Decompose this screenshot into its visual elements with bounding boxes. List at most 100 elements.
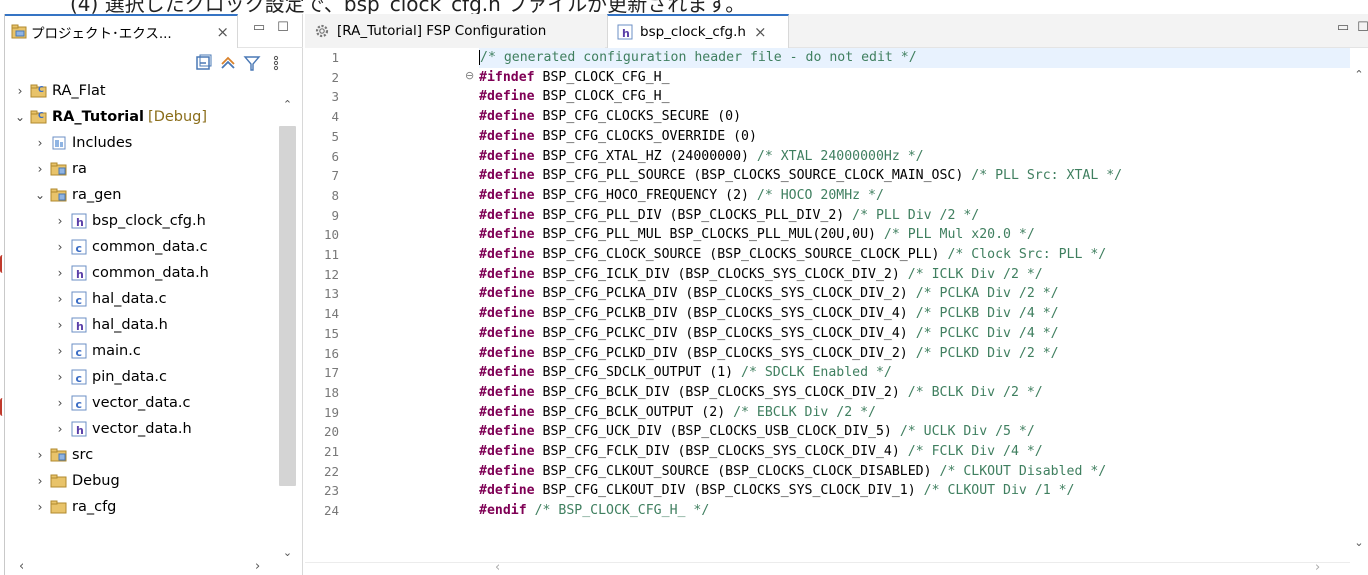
tree-item[interactable]: › C RA_Flat	[13, 78, 106, 104]
link-with-editor-icon[interactable]	[219, 54, 237, 72]
scroll-right-icon[interactable]: ›	[1315, 560, 1320, 575]
tree-item[interactable]: › h vector_data.h	[53, 416, 192, 442]
code-line[interactable]: #define BSP_CFG_CLOCKS_SECURE (0)	[479, 107, 1364, 127]
tree-item[interactable]: › c vector_data.c	[53, 390, 191, 416]
code-line[interactable]: #define BSP_CFG_CLOCKS_OVERRIDE (0)	[479, 127, 1364, 147]
tab-project-explorer[interactable]: プロジェクト･エクス... ×	[5, 14, 238, 48]
chevron-right-icon[interactable]: ›	[53, 344, 67, 358]
tree-item[interactable]: › c main.c	[53, 338, 141, 364]
tab-fsp-configuration[interactable]: [RA_Tutorial] FSP Configuration	[305, 14, 605, 48]
fold-toggle-icon[interactable]: ⊖	[465, 69, 479, 82]
scroll-up-icon[interactable]: ⌃	[279, 98, 296, 111]
code-line[interactable]: #define BSP_CFG_PCLKD_DIV (BSP_CLOCKS_SY…	[479, 344, 1364, 364]
tree-item[interactable]: › ra_cfg	[33, 494, 117, 520]
scroll-up-icon[interactable]: ⌃	[1352, 68, 1366, 81]
code-line[interactable]: #define BSP_CFG_PCLKB_DIV (BSP_CLOCKS_SY…	[479, 304, 1364, 324]
view-menu-icon[interactable]	[267, 54, 285, 72]
tree-item[interactable]: › h bsp_clock_cfg.h	[53, 208, 206, 234]
chevron-down-icon[interactable]: ⌄	[13, 110, 27, 124]
chevron-right-icon[interactable]: ›	[53, 214, 67, 228]
tree-item[interactable]: › Debug	[33, 468, 120, 494]
code-line[interactable]: #define BSP_CFG_PLL_DIV (BSP_CLOCKS_PLL_…	[479, 206, 1364, 226]
chevron-right-icon[interactable]: ›	[33, 162, 47, 176]
chevron-right-icon[interactable]: ›	[33, 500, 47, 514]
scroll-down-icon[interactable]: ⌄	[279, 546, 296, 559]
code-line[interactable]: #define BSP_CFG_PCLKA_DIV (BSP_CLOCKS_SY…	[479, 284, 1364, 304]
close-icon[interactable]: ×	[216, 23, 229, 41]
chevron-right-icon[interactable]: ›	[53, 422, 67, 436]
tree-item[interactable]: › c common_data.c	[53, 234, 208, 260]
line-number: 8	[331, 187, 339, 203]
tree-item[interactable]: › c pin_data.c	[53, 364, 167, 390]
scrollbar-thumb[interactable]	[279, 126, 296, 486]
chevron-right-icon[interactable]: ›	[53, 318, 67, 332]
chevron-right-icon[interactable]: ›	[53, 370, 67, 384]
code-editor[interactable]: 1 2 3 4 5 6 7 8 9 10 11 12 13 14 15 16 17 18 19 20 21 22 23 24 …	[305, 48, 1364, 556]
code-line[interactable]: #define BSP_CFG_ICLK_DIV (BSP_CLOCKS_SYS…	[479, 265, 1364, 285]
editor-vertical-scrollbar[interactable]: ⌃ ⌄	[1350, 48, 1368, 562]
scroll-left-icon[interactable]: ‹	[19, 559, 24, 574]
tree-item[interactable]: › src	[33, 442, 94, 468]
tab-bsp-clock-cfg[interactable]: h bsp_clock_cfg.h ×	[607, 14, 789, 48]
scroll-down-icon[interactable]: ⌄	[1352, 536, 1366, 549]
tree-item[interactable]: ⌄ C RA_Tutorial [Debug]	[13, 104, 207, 130]
code-line[interactable]: #ifndef BSP_CLOCK_CFG_H_	[479, 68, 1364, 88]
line-number: 12	[323, 266, 339, 282]
code-line[interactable]: #define BSP_CFG_PLL_SOURCE (BSP_CLOCKS_S…	[479, 166, 1364, 186]
chevron-right-icon[interactable]: ›	[53, 396, 67, 410]
code-line[interactable]: #endif /* BSP_CLOCK_CFG_H_ */	[479, 501, 1364, 521]
tree-item-label: Includes	[72, 135, 133, 151]
maximize-icon[interactable]: ☐	[275, 20, 291, 36]
chevron-right-icon[interactable]: ›	[53, 266, 67, 280]
editor-horizontal-scrollbar[interactable]: ‹ ›	[305, 560, 1350, 575]
scroll-left-icon[interactable]: ‹	[495, 560, 500, 575]
scroll-right-icon[interactable]: ›	[255, 559, 260, 574]
code-token: BSP_CFG_PCLKC_DIV (BSP_CLOCKS_SYS_CLOCK_…	[534, 325, 916, 341]
editor-area: [RA_Tutorial] FSP Configuration h bsp_cl…	[305, 14, 1368, 575]
tree-item[interactable]: › ra	[33, 156, 87, 182]
preprocessor-keyword: #define	[479, 384, 535, 400]
code-line[interactable]: #define BSP_CLOCK_CFG_H_	[479, 87, 1364, 107]
code-line[interactable]: #define BSP_CFG_XTAL_HZ (24000000) /* XT…	[479, 147, 1364, 167]
tree-item[interactable]: › h hal_data.h	[53, 312, 168, 338]
tree-item-label: ra_cfg	[72, 499, 117, 515]
code-comment: /* ICLK Div /2 */	[907, 266, 1043, 282]
code-line[interactable]: #define BSP_CFG_PCLKC_DIV (BSP_CLOCKS_SY…	[479, 324, 1364, 344]
collapse-all-icon[interactable]	[195, 54, 213, 72]
chevron-right-icon[interactable]: ›	[33, 136, 47, 150]
chevron-right-icon[interactable]: ›	[13, 84, 27, 98]
svg-text:c: c	[76, 372, 83, 385]
project-tree-horizontal-scrollbar[interactable]: ‹ ›	[5, 559, 273, 575]
code-line[interactable]: #define BSP_CFG_BCLK_DIV (BSP_CLOCKS_SYS…	[479, 383, 1364, 403]
chevron-right-icon[interactable]: ›	[33, 474, 47, 488]
code-line[interactable]: /* generated configuration header file -…	[479, 48, 1364, 68]
code-line[interactable]: #define BSP_CFG_CLKOUT_DIV (BSP_CLOCKS_S…	[479, 481, 1364, 501]
chevron-right-icon[interactable]: ›	[33, 448, 47, 462]
minimize-icon[interactable]: ▭	[251, 20, 267, 36]
project-tree-vertical-scrollbar[interactable]: ⌃ ⌄	[273, 78, 302, 575]
tree-item[interactable]: › h common_data.h	[53, 260, 209, 286]
line-number: 14	[323, 306, 339, 322]
chevron-right-icon[interactable]: ›	[53, 292, 67, 306]
maximize-icon[interactable]: ☐	[1355, 20, 1368, 36]
code-line[interactable]: #define BSP_CFG_SDCLK_OUTPUT (1) /* SDCL…	[479, 363, 1364, 383]
code-line[interactable]: #define BSP_CFG_CLOCK_SOURCE (BSP_CLOCKS…	[479, 245, 1364, 265]
tree-item-label: vector_data.h	[92, 421, 192, 437]
tree-item[interactable]: › Includes	[33, 130, 133, 156]
code-line[interactable]: #define BSP_CFG_PLL_MUL BSP_CLOCKS_PLL_M…	[479, 225, 1364, 245]
c-file-icon: c	[70, 342, 88, 360]
preprocessor-keyword: #define	[479, 483, 535, 499]
minimize-icon[interactable]: ▭	[1335, 20, 1351, 36]
code-line[interactable]: #define BSP_CFG_FCLK_DIV (BSP_CLOCKS_SYS…	[479, 442, 1364, 462]
close-icon[interactable]: ×	[754, 23, 767, 41]
code-line[interactable]: #define BSP_CFG_CLKOUT_SOURCE (BSP_CLOCK…	[479, 462, 1364, 482]
code-line[interactable]: #define BSP_CFG_UCK_DIV (BSP_CLOCKS_USB_…	[479, 422, 1364, 442]
filter-icon[interactable]	[243, 54, 261, 72]
chevron-right-icon[interactable]: ›	[53, 240, 67, 254]
chevron-down-icon[interactable]: ⌄	[33, 188, 47, 202]
tree-item[interactable]: ⌄ ra_gen	[33, 182, 121, 208]
code-line[interactable]: #define BSP_CFG_BCLK_OUTPUT (2) /* EBCLK…	[479, 403, 1364, 423]
tree-item[interactable]: › c hal_data.c	[53, 286, 167, 312]
caption-text: (4) 選択したクロック設定で、bsp_clock_cfg.h ファイルが更新さ…	[70, 0, 746, 14]
code-line[interactable]: #define BSP_CFG_HOCO_FREQUENCY (2) /* HO…	[479, 186, 1364, 206]
